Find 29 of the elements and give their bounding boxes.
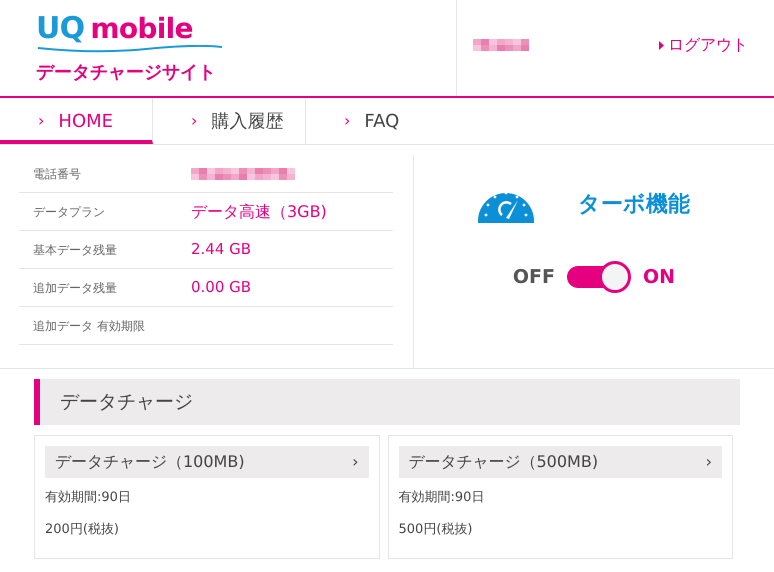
- redacted-user-name: [473, 39, 529, 51]
- price-text: 200円(税抜): [45, 520, 119, 538]
- logout-link[interactable]: ログアウト: [659, 33, 748, 57]
- turbo-title: ターボ機能: [578, 190, 690, 218]
- info-label: 追加データ 有効期限: [33, 318, 146, 334]
- info-label: 基本データ残量: [33, 242, 118, 258]
- nav-tab[interactable]: › 購入履歴: [153, 98, 306, 144]
- off-label: OFF: [512, 264, 556, 290]
- nav-tab[interactable]: › FAQ: [306, 98, 459, 144]
- validity-text: 有効期間:90日: [398, 489, 484, 507]
- logo-swoosh-icon: [36, 45, 224, 53]
- info-label: 追加データ残量: [33, 280, 118, 296]
- charge-option-button[interactable]: データチャージ（100MB) ›: [45, 446, 368, 478]
- logo-text: mobile: [90, 14, 193, 44]
- site-name: データチャージサイト: [36, 61, 217, 85]
- validity-text: 有効期間:90日: [45, 489, 131, 507]
- info-label: 電話番号: [33, 166, 82, 182]
- on-label: ON: [643, 264, 676, 290]
- info-value: 2.44 GB: [191, 239, 252, 260]
- logo-mark: UQ: [36, 14, 84, 44]
- nav-tab[interactable]: › HOME: [0, 98, 153, 144]
- info-label: データプラン: [33, 204, 106, 220]
- price-text: 500円(税抜): [398, 520, 472, 538]
- info-value: 0.00 GB: [191, 277, 252, 298]
- section-title: データチャージ: [60, 390, 193, 415]
- info-value: データ高速（3GB): [191, 200, 327, 222]
- triangle-icon: [659, 40, 664, 50]
- turbo-toggle[interactable]: [567, 261, 632, 293]
- charge-option-button[interactable]: データチャージ（500MB) ›: [398, 446, 722, 478]
